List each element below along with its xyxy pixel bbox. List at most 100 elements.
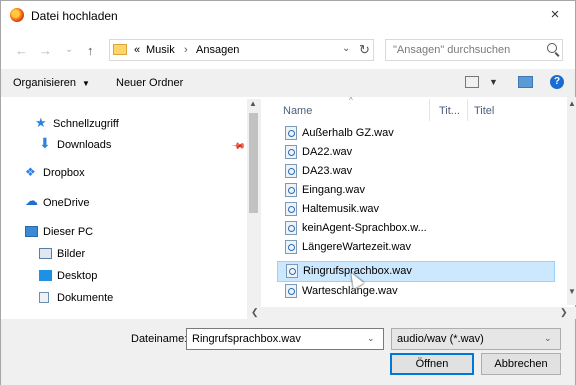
recent-locations-button[interactable]: ⌄: [65, 44, 73, 55]
audio-file-icon: [285, 183, 297, 197]
audio-file-icon: [285, 240, 297, 254]
chevron-up-icon[interactable]: ▲: [249, 99, 257, 108]
file-row-selected[interactable]: Ringrufsprachbox.wav: [277, 261, 555, 282]
computer-icon: [25, 226, 38, 237]
audio-file-icon: [285, 126, 297, 140]
new-folder-button[interactable]: Neuer Ordner: [116, 77, 183, 89]
audio-file-icon: [285, 284, 297, 298]
documents-icon: [39, 292, 49, 303]
audio-file-icon: [285, 202, 297, 216]
search-input[interactable]: "Ansagen" durchsuchen: [393, 44, 510, 56]
star-icon: ★: [35, 115, 47, 130]
sidebar-item-label: Downloads: [57, 139, 112, 151]
file-list-scrollbar[interactable]: ▲ ▼: [567, 97, 576, 305]
cancel-button[interactable]: Abbrechen: [481, 353, 561, 375]
file-list: ^ Name Tit... Titel Außerhalb GZ.wav DA2…: [269, 96, 565, 305]
desktop-icon: [39, 270, 52, 281]
refresh-icon[interactable]: ↻: [359, 42, 370, 58]
file-name: LängereWartezeit.wav: [302, 241, 412, 253]
file-type-select[interactable]: audio/wav (*.wav) ⌄: [391, 328, 561, 350]
file-name: DA22.wav: [302, 146, 353, 158]
file-type-value: audio/wav (*.wav): [397, 333, 484, 345]
firefox-icon: [10, 8, 24, 22]
help-button[interactable]: ?: [550, 75, 564, 89]
close-button[interactable]: ×: [545, 5, 565, 25]
chevron-right-icon[interactable]: ❯: [560, 307, 568, 318]
file-name: Haltemusik.wav: [302, 203, 380, 215]
navigation-pane: ★ Schnellzugriff ⬇ Downloads 📌 ❖ Dropbox…: [1, 97, 261, 307]
back-button[interactable]: ←: [15, 43, 28, 58]
file-row[interactable]: LängereWartezeit.wav: [277, 238, 555, 257]
chevron-down-icon[interactable]: ▼: [568, 287, 576, 296]
organize-button[interactable]: Organisieren ▼: [13, 77, 90, 89]
sidebar-item-label: Dieser PC: [43, 226, 94, 238]
download-icon: ⬇: [39, 135, 51, 151]
organize-label: Organisieren: [13, 77, 76, 89]
sort-ascending-icon: ^: [349, 96, 353, 105]
column-title[interactable]: Titel: [474, 105, 494, 117]
pin-icon[interactable]: 📌: [231, 139, 246, 155]
file-row[interactable]: Außerhalb GZ.wav: [277, 124, 555, 143]
sidebar-item-label: Schnellzugriff: [53, 118, 119, 130]
chevron-down-icon[interactable]: ⌄: [342, 43, 350, 54]
column-divider[interactable]: [467, 99, 468, 121]
chevron-down-icon: ▼: [82, 79, 90, 88]
title-bar: Datei hochladen ×: [1, 1, 575, 31]
scrollbar-thumb[interactable]: [249, 113, 258, 213]
file-row[interactable]: Eingang.wav: [277, 181, 555, 200]
audio-file-icon: [286, 264, 298, 278]
sidebar-item-label: Bilder: [57, 248, 86, 260]
file-row[interactable]: DA22.wav: [277, 143, 555, 162]
filename-label: Dateiname:: [131, 333, 188, 345]
sidebar-item-label: Dokumente: [57, 292, 114, 304]
filename-value[interactable]: Ringrufsprachbox.wav: [192, 333, 301, 345]
breadcrumb-separator: ›: [184, 44, 188, 56]
pictures-icon: [39, 248, 52, 259]
sidebar-item-label: Dropbox: [43, 167, 85, 179]
chevron-left-icon[interactable]: ❮: [251, 307, 259, 318]
chevron-up-icon[interactable]: ▲: [568, 99, 576, 108]
chevron-down-icon[interactable]: ⌄: [544, 333, 552, 344]
cloud-icon: ☁: [25, 193, 38, 208]
breadcrumb-ansagen[interactable]: Ansagen: [196, 44, 239, 56]
file-row[interactable]: keinAgent-Sprachbox.w...: [277, 219, 555, 238]
address-bar[interactable]: « Musik › Ansagen ⌄ ↻: [109, 39, 374, 61]
file-upload-dialog: Datei hochladen × ← → ⌄ ↑ « Musik › Ansa…: [0, 0, 576, 385]
file-row[interactable]: Warteschlange.wav: [277, 282, 555, 301]
preview-pane-icon[interactable]: [518, 76, 533, 88]
horizontal-scrollbar[interactable]: ❮ ❯: [247, 307, 576, 319]
up-folder-button[interactable]: ↑: [87, 43, 94, 58]
dropbox-icon: ❖: [25, 165, 36, 179]
file-name: Eingang.wav: [302, 184, 365, 196]
file-name: Warteschlange.wav: [302, 285, 398, 297]
dialog-title: Datei hochladen: [31, 9, 118, 23]
chevron-down-icon[interactable]: ⌄: [367, 333, 375, 344]
file-row[interactable]: Haltemusik.wav: [277, 200, 555, 219]
search-box[interactable]: "Ansagen" durchsuchen: [385, 39, 563, 61]
search-icon[interactable]: [547, 43, 557, 53]
chevron-down-icon[interactable]: ▼: [489, 77, 498, 87]
dialog-footer: Dateiname: Ringrufsprachbox.wav ⌄ audio/…: [1, 319, 575, 385]
file-name: Außerhalb GZ.wav: [302, 127, 394, 139]
forward-button[interactable]: →: [39, 43, 52, 58]
folder-icon: [113, 44, 127, 55]
audio-file-icon: [285, 221, 297, 235]
navigation-scrollbar[interactable]: ▲: [247, 99, 261, 309]
open-button[interactable]: Öffnen: [390, 353, 474, 375]
view-options-icon[interactable]: [465, 76, 479, 88]
audio-file-icon: [285, 164, 297, 178]
sidebar-item-label: OneDrive: [43, 197, 90, 209]
breadcrumb-musik[interactable]: Musik: [146, 44, 175, 56]
address-row: ← → ⌄ ↑ « Musik › Ansagen ⌄ ↻ "Ansagen" …: [1, 31, 575, 69]
file-row[interactable]: DA23.wav: [277, 162, 555, 181]
column-title-short[interactable]: Tit...: [439, 105, 460, 117]
filename-field[interactable]: Ringrufsprachbox.wav ⌄: [186, 328, 384, 350]
audio-file-icon: [285, 145, 297, 159]
command-bar: Organisieren ▼ Neuer Ordner ▼ ?: [1, 69, 575, 97]
file-name: keinAgent-Sprachbox.w...: [302, 222, 427, 234]
sidebar-item-label: Desktop: [57, 270, 98, 282]
column-divider[interactable]: [429, 99, 430, 121]
column-name[interactable]: Name: [283, 105, 312, 117]
breadcrumb-overflow[interactable]: «: [134, 44, 140, 56]
file-name: DA23.wav: [302, 165, 353, 177]
